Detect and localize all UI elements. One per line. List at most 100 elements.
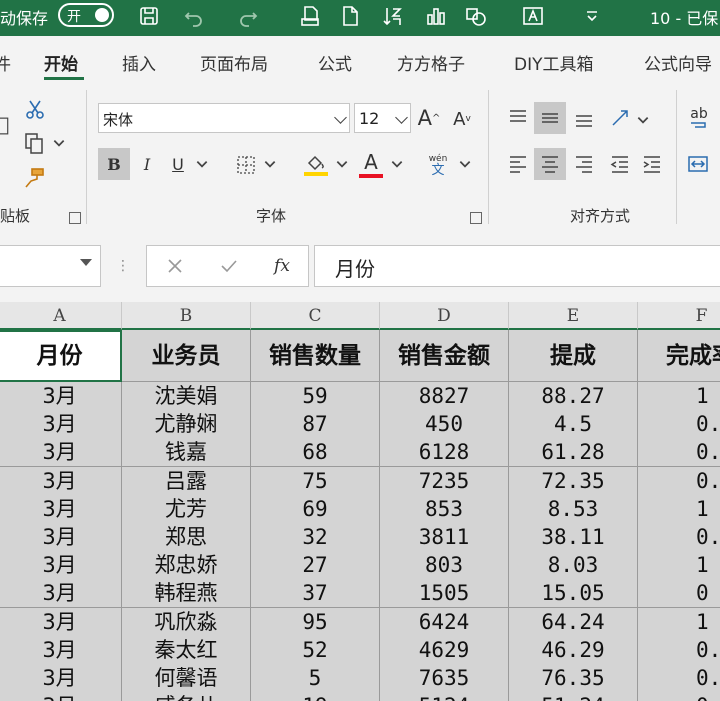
table-cell[interactable]: 3月	[0, 607, 122, 637]
table-cell[interactable]: 64.24	[509, 607, 638, 637]
font-size-select[interactable]: 12	[354, 103, 411, 133]
table-cell[interactable]: 钱嘉	[122, 438, 251, 468]
paste-icon[interactable]	[0, 112, 12, 140]
table-cell[interactable]: 87	[251, 410, 380, 440]
name-box[interactable]	[0, 245, 101, 287]
table-cell[interactable]: 1	[638, 607, 720, 637]
header-cell[interactable]: 完成率	[638, 330, 720, 382]
table-cell[interactable]: 秦太红	[122, 635, 251, 665]
underline-dropdown-chevron-down-icon[interactable]	[195, 156, 209, 172]
table-cell[interactable]: 6424	[380, 607, 509, 637]
header-cell[interactable]: 业务员	[122, 330, 251, 382]
tab-formulas[interactable]: 公式	[318, 50, 352, 75]
table-cell[interactable]: 37	[251, 579, 380, 609]
customize-toolbar-icon[interactable]	[580, 4, 604, 28]
table-cell[interactable]: 75	[251, 466, 380, 496]
table-cell[interactable]: 何馨语	[122, 664, 251, 693]
table-cell[interactable]: 0.7	[638, 438, 720, 468]
table-cell[interactable]: 5124	[380, 692, 509, 701]
redo-icon[interactable]	[236, 4, 260, 28]
decrease-indent-icon[interactable]	[606, 150, 634, 178]
table-cell[interactable]: 4.5	[509, 410, 638, 440]
insert-function-button[interactable]: fx	[267, 254, 297, 278]
table-cell[interactable]: 38.11	[509, 523, 638, 552]
phonetic-dropdown-chevron-down-icon[interactable]	[458, 156, 472, 172]
table-cell[interactable]: 88.27	[509, 382, 638, 411]
orientation-dropdown-chevron-down-icon[interactable]	[636, 112, 650, 128]
table-cell[interactable]: 3月	[0, 635, 122, 665]
italic-button[interactable]: I	[135, 148, 159, 180]
copy-dropdown-chevron-down-icon[interactable]	[52, 136, 66, 150]
table-cell[interactable]: 15.05	[509, 579, 638, 609]
column-header-a[interactable]: A	[0, 302, 122, 330]
table-cell[interactable]: 59	[251, 382, 380, 411]
table-cell[interactable]: 76.35	[509, 664, 638, 693]
tab-page-layout[interactable]: 页面布局	[200, 50, 268, 75]
save-icon[interactable]	[137, 4, 161, 28]
table-cell[interactable]: 68	[251, 438, 380, 468]
tab-insert[interactable]: 插入	[122, 50, 156, 75]
table-cell[interactable]: 8.53	[509, 494, 638, 524]
table-cell[interactable]: 巩欣淼	[122, 607, 251, 637]
table-cell[interactable]: 8827	[380, 382, 509, 411]
font-color-dropdown-chevron-down-icon[interactable]	[390, 156, 404, 172]
column-header-c[interactable]: C	[251, 302, 380, 330]
align-left-icon[interactable]	[504, 150, 532, 178]
wrap-text-button[interactable]: ab	[684, 104, 714, 132]
table-cell[interactable]: 3月	[0, 438, 122, 468]
table-cell[interactable]: 5	[251, 664, 380, 693]
table-cell[interactable]: 威各儿	[122, 692, 251, 701]
fill-color-button[interactable]	[302, 150, 330, 180]
font-name-select[interactable]: 宋体	[98, 103, 350, 133]
table-cell[interactable]: 853	[380, 494, 509, 524]
merge-center-icon[interactable]	[684, 150, 712, 178]
table-cell[interactable]: 3月	[0, 494, 122, 524]
table-cell[interactable]: 0.8	[638, 466, 720, 496]
textbox-icon[interactable]	[521, 4, 545, 28]
table-cell[interactable]: 4629	[380, 635, 509, 665]
table-cell[interactable]: 8.03	[509, 551, 638, 581]
clipboard-launcher-icon[interactable]	[69, 212, 81, 224]
table-cell[interactable]: 3月	[0, 466, 122, 496]
header-cell[interactable]: 销售数量	[251, 330, 380, 382]
table-cell[interactable]: 3月	[0, 692, 122, 701]
enter-check-icon[interactable]	[217, 254, 241, 278]
table-cell[interactable]: 51.24	[509, 692, 638, 701]
align-top-icon[interactable]	[504, 104, 532, 132]
align-center-icon[interactable]	[534, 148, 566, 180]
tab-home[interactable]: 开始	[44, 50, 78, 75]
copy-icon[interactable]	[20, 130, 48, 156]
table-cell[interactable]: 0	[638, 579, 720, 609]
format-painter-icon[interactable]	[20, 164, 48, 192]
table-cell[interactable]: 72.35	[509, 466, 638, 496]
table-cell[interactable]: 95	[251, 607, 380, 637]
table-cell[interactable]: 32	[251, 523, 380, 552]
autosave-toggle[interactable]: 开	[58, 3, 114, 27]
align-right-icon[interactable]	[570, 150, 598, 178]
header-cell[interactable]: 销售金额	[380, 330, 509, 382]
table-cell[interactable]: 6128	[380, 438, 509, 468]
tab-formula-wizard[interactable]: 公式向导	[644, 50, 712, 75]
chart-icon[interactable]	[424, 4, 448, 28]
column-header-b[interactable]: B	[122, 302, 251, 330]
table-cell[interactable]: 450	[380, 410, 509, 440]
underline-button[interactable]: U	[166, 148, 190, 180]
font-launcher-icon[interactable]	[470, 212, 482, 224]
shapes-icon[interactable]	[464, 4, 488, 28]
tab-fangfang[interactable]: 方方格子	[397, 50, 465, 75]
table-cell[interactable]: 3月	[0, 523, 122, 552]
table-cell[interactable]: 尤芳	[122, 494, 251, 524]
shrink-font-button[interactable]: Av	[449, 106, 475, 132]
table-cell[interactable]: 3月	[0, 382, 122, 411]
cancel-icon[interactable]	[163, 254, 187, 278]
table-cell[interactable]: 1	[638, 382, 720, 411]
table-cell[interactable]: 46.29	[509, 635, 638, 665]
formula-input[interactable]: 月份	[314, 245, 720, 287]
table-cell[interactable]: 0.6	[638, 635, 720, 665]
table-cell[interactable]: 7235	[380, 466, 509, 496]
table-cell[interactable]: 19	[251, 692, 380, 701]
table-cell[interactable]: 61.28	[509, 438, 638, 468]
table-cell[interactable]: 0.2	[638, 410, 720, 440]
table-cell[interactable]: 韩程燕	[122, 579, 251, 609]
grow-font-button[interactable]: A ^	[415, 104, 443, 132]
